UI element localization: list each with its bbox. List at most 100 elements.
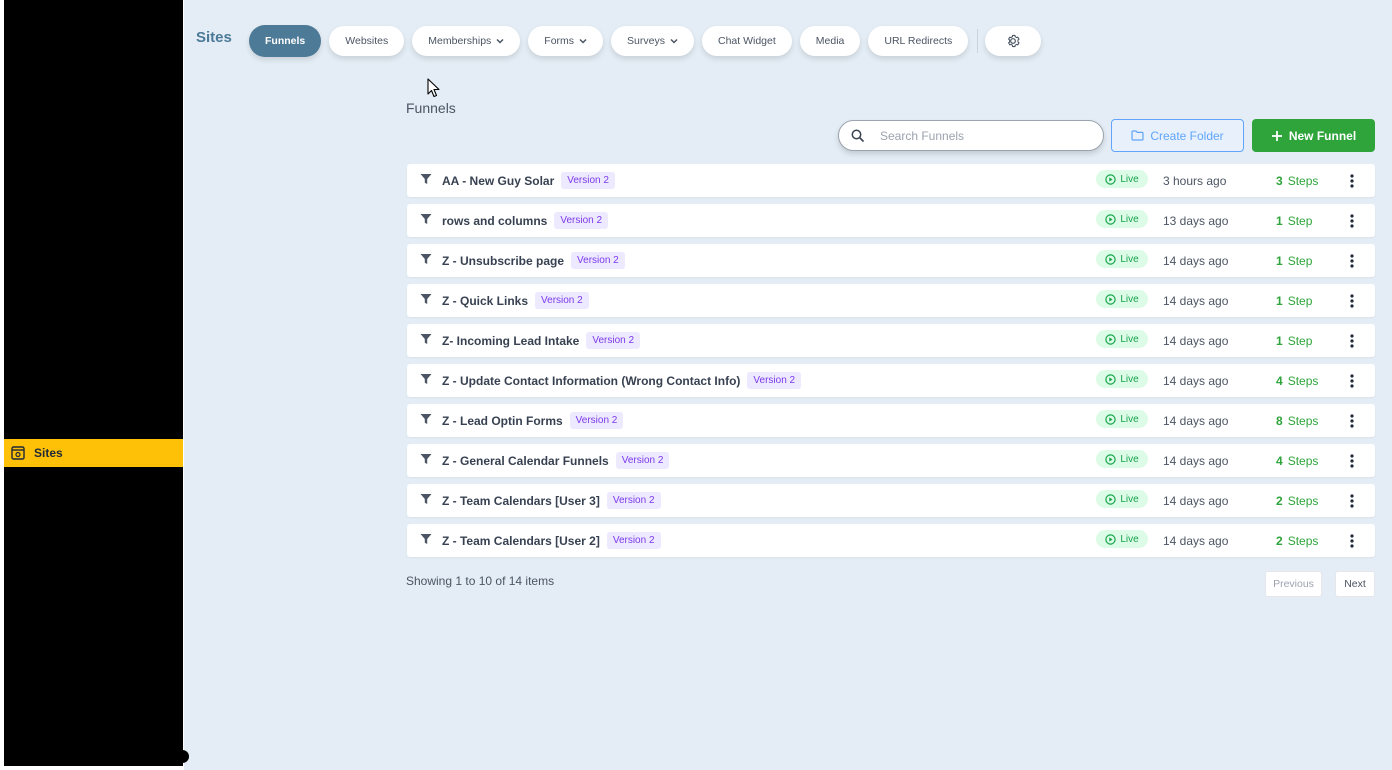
funnel-name[interactable]: Z - Quick Links [442, 294, 528, 308]
more-options-icon[interactable] [1345, 412, 1359, 430]
step-number: 2 [1276, 493, 1283, 508]
table-row[interactable]: AA - New Guy Solar Version 2 Live 3 hours a… [407, 164, 1375, 197]
sidebar-item-sites[interactable]: Sites [4, 439, 183, 467]
tab-label: URL Redirects [884, 35, 953, 47]
funnel-name-cell: Z - Lead Optin Forms Version 2 [442, 412, 624, 429]
more-options-icon[interactable] [1345, 212, 1359, 230]
search-input[interactable] [880, 128, 1080, 143]
funnel-name[interactable]: Z - Update Contact Information (Wrong Co… [442, 374, 740, 388]
tab-forms[interactable]: Forms [528, 26, 604, 56]
tab-url-redirects[interactable]: URL Redirects [868, 26, 969, 56]
funnel-name[interactable]: Z- Incoming Lead Intake [442, 334, 579, 348]
page-title: Sites [196, 29, 232, 46]
step-number: 1 [1276, 253, 1283, 268]
funnel-name-cell: rows and columns Version 2 [442, 212, 609, 229]
create-folder-button[interactable]: Create Folder [1111, 119, 1244, 152]
version-badge: Version 2 [606, 532, 661, 549]
status-label: Live [1120, 413, 1139, 425]
status-badge: Live [1096, 530, 1148, 548]
play-circle-icon [1105, 533, 1117, 545]
more-options-icon[interactable] [1345, 292, 1359, 310]
play-circle-icon [1105, 493, 1117, 505]
step-label: Step [1287, 293, 1313, 308]
more-options-icon[interactable] [1345, 492, 1359, 510]
funnel-name[interactable]: Z - General Calendar Funnels [442, 454, 609, 468]
table-row[interactable]: Z - Update Contact Information (Wrong Co… [407, 364, 1375, 397]
funnel-name[interactable]: rows and columns [442, 214, 547, 228]
tab-media[interactable]: Media [799, 26, 861, 56]
status-badge: Live [1096, 490, 1148, 508]
tab-label: Forms [544, 35, 575, 47]
new-funnel-label: New Funnel [1288, 128, 1357, 143]
step-label: Step [1287, 333, 1313, 348]
more-options-icon[interactable] [1345, 532, 1359, 550]
funnel-name[interactable]: Z - Team Calendars [User 3] [442, 494, 600, 508]
table-row[interactable]: Z- Incoming Lead Intake Version 2 Live 14 d… [407, 324, 1375, 357]
funnel-name[interactable]: Z - Team Calendars [User 2] [442, 534, 600, 548]
search-box[interactable] [838, 120, 1104, 151]
table-row[interactable]: Z - Team Calendars [User 3] Version 2 Live… [407, 484, 1375, 517]
step-label: Steps [1287, 373, 1319, 388]
play-circle-icon [1105, 373, 1117, 385]
step-count: 1 Step [1276, 334, 1312, 348]
sidebar-item-label: Sites [34, 446, 63, 460]
funnel-filter-icon [420, 453, 432, 465]
settings-button[interactable] [985, 26, 1042, 56]
updated-time: 14 days ago [1163, 413, 1229, 428]
previous-button[interactable]: Previous [1265, 571, 1322, 597]
updated-time: 14 days ago [1163, 293, 1229, 308]
funnel-name-cell: Z - Quick Links Version 2 [442, 292, 589, 309]
next-button[interactable]: Next [1335, 571, 1375, 597]
tab-surveys[interactable]: Surveys [611, 26, 694, 56]
tab-websites[interactable]: Websites [329, 26, 405, 56]
funnel-filter-icon [420, 533, 432, 545]
step-count: 8 Steps [1276, 414, 1318, 428]
version-badge: Version 2 [569, 412, 624, 429]
play-circle-icon [1105, 413, 1117, 425]
version-badge: Version 2 [747, 372, 802, 389]
version-badge: Version 2 [561, 172, 615, 189]
step-number: 4 [1276, 373, 1283, 388]
version-badge: Version 2 [571, 252, 625, 269]
table-row[interactable]: rows and columns Version 2 Live 13 days ago… [407, 204, 1375, 237]
chevron-down-icon [670, 38, 678, 44]
tab-label: Funnels [265, 35, 306, 47]
table-row[interactable]: Z - Team Calendars [User 2] Version 2 Live… [407, 524, 1375, 557]
table-row[interactable]: Z - Unsubscribe page Version 2 Live 14 days… [407, 244, 1375, 277]
step-count: 3 Steps [1276, 174, 1318, 188]
funnel-filter-icon [420, 373, 432, 385]
funnel-name-cell: Z - Team Calendars [User 2] Version 2 [442, 532, 661, 549]
tab-memberships[interactable]: Memberships [412, 26, 521, 56]
more-options-icon[interactable] [1345, 452, 1359, 470]
more-options-icon[interactable] [1345, 332, 1359, 350]
search-icon [851, 129, 864, 142]
step-count: 1 Step [1276, 214, 1312, 228]
version-badge: Version 2 [586, 332, 641, 349]
funnel-name[interactable]: Z - Lead Optin Forms [442, 414, 563, 428]
funnel-name-cell: AA - New Guy Solar Version 2 [442, 172, 615, 189]
step-number: 2 [1276, 533, 1283, 548]
updated-time: 14 days ago [1163, 253, 1229, 268]
funnel-name[interactable]: AA - New Guy Solar [442, 174, 554, 188]
funnel-name[interactable]: Z - Unsubscribe page [442, 254, 564, 268]
tab-funnels[interactable]: Funnels [249, 25, 322, 57]
funnel-name-cell: Z - Team Calendars [User 3] Version 2 [442, 492, 661, 509]
funnel-name-cell: Z- Incoming Lead Intake Version 2 [442, 332, 641, 349]
step-label: Step [1287, 213, 1313, 228]
status-label: Live [1120, 493, 1139, 505]
table-row[interactable]: Z - General Calendar Funnels Version 2 Liv… [407, 444, 1375, 477]
chevron-down-icon [579, 38, 587, 44]
play-circle-icon [1105, 293, 1117, 305]
more-options-icon[interactable] [1345, 252, 1359, 270]
more-options-icon[interactable] [1345, 372, 1359, 390]
step-label: Steps [1287, 493, 1319, 508]
new-funnel-button[interactable]: New Funnel [1252, 119, 1375, 152]
status-label: Live [1120, 533, 1139, 545]
status-label: Live [1120, 333, 1139, 345]
step-label: Steps [1287, 453, 1319, 468]
more-options-icon[interactable] [1345, 172, 1359, 190]
tab-label: Media [815, 35, 845, 47]
tab-chat-widget[interactable]: Chat Widget [701, 26, 792, 56]
table-row[interactable]: Z - Quick Links Version 2 Live 14 days ago 1… [407, 284, 1375, 317]
table-row[interactable]: Z - Lead Optin Forms Version 2 Live 14 days… [407, 404, 1375, 437]
